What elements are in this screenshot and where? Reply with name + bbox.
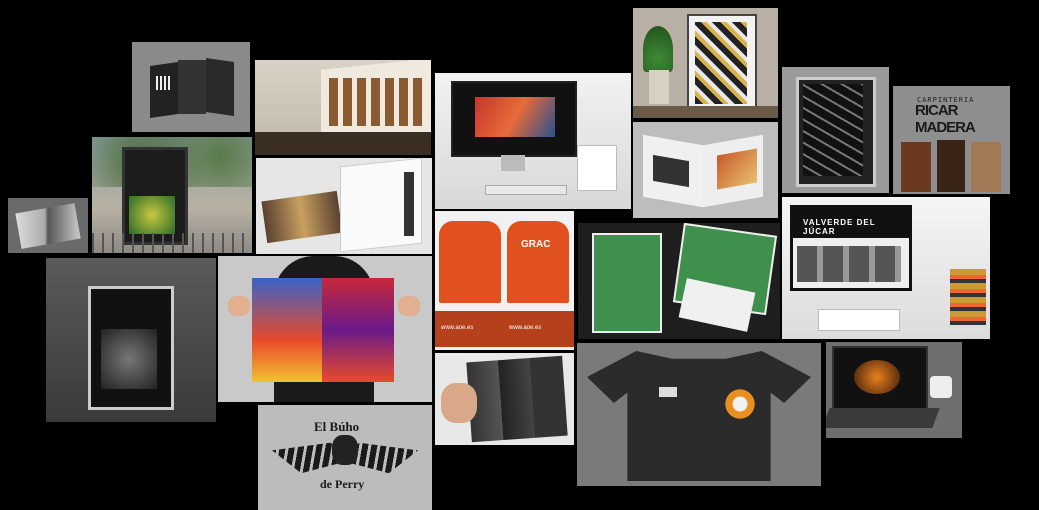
books-stack <box>950 269 986 325</box>
brochure-panel <box>206 58 234 116</box>
gallery-frames <box>329 78 427 126</box>
open-magazine-tile[interactable] <box>256 158 432 254</box>
laptop-artwork <box>854 360 900 394</box>
billboard-art <box>129 196 175 234</box>
shirt-crest-text: GRAC <box>521 239 551 250</box>
monitor-screen <box>451 81 577 157</box>
framed-poster <box>687 14 757 114</box>
map-frame <box>796 77 876 187</box>
small-magazine <box>15 203 81 249</box>
framed-map-tile[interactable] <box>782 67 889 193</box>
magazine-cover <box>261 190 343 244</box>
door-icon <box>937 140 965 192</box>
dark-tshirt <box>587 351 811 481</box>
gallery-floor <box>255 132 431 155</box>
laptop-tile[interactable] <box>826 342 962 438</box>
open-book-tile[interactable] <box>633 122 778 218</box>
dark-tshirt-tile[interactable] <box>577 343 821 486</box>
trifold-hand-tile[interactable] <box>435 353 574 445</box>
poster-left <box>252 278 324 382</box>
plant-icon <box>643 26 673 72</box>
street-billboard-tile[interactable] <box>92 137 252 253</box>
coffee-cup-icon <box>930 376 952 398</box>
green-posters-tile[interactable] <box>578 223 780 339</box>
laptop-keyboard <box>826 408 940 428</box>
poster-plant-tile[interactable] <box>633 8 778 118</box>
gallery-room-tile[interactable] <box>255 60 431 155</box>
brochure-qr <box>156 76 170 90</box>
laptop-screen <box>832 346 928 410</box>
buho-line2: de Perry <box>320 477 365 491</box>
door-icon <box>971 142 1001 192</box>
chalk-poster-frame <box>88 286 174 410</box>
buho-line1: El Búho <box>314 419 360 434</box>
door-icon <box>901 142 931 192</box>
valverde-screen: VALVERDE DEL JÚCAR <box>790 205 912 291</box>
chalk-poster-tile[interactable] <box>46 258 216 422</box>
hand-icon <box>398 296 420 316</box>
keyboard <box>485 185 567 195</box>
orange-shirt-back <box>507 221 569 303</box>
plant-pot <box>649 70 669 104</box>
brochure-panel <box>178 60 206 114</box>
monitor-stand <box>501 155 525 171</box>
keyboard <box>818 309 900 331</box>
book-artwork <box>717 148 757 190</box>
orange-shirt-front <box>439 221 501 303</box>
shirt-back-url: www.aoe.es <box>509 325 542 331</box>
railing <box>92 233 252 253</box>
map-blocks <box>803 84 863 176</box>
ricar-line2: RICAR MADERA <box>915 102 976 136</box>
hand-icon <box>228 296 250 316</box>
desktop-mockup-tile[interactable] <box>435 73 631 209</box>
shelf <box>633 106 778 118</box>
owl-head-icon <box>332 435 358 465</box>
brochure-panel <box>150 62 178 118</box>
small-magazine-tile[interactable] <box>8 198 88 253</box>
tshirt-badge-icon <box>723 387 757 421</box>
billboard-panel <box>122 147 188 245</box>
orange-shirts-tile[interactable]: GRAC www.aoe.es www.aoe.es <box>435 211 574 350</box>
monitor-artwork <box>475 97 555 137</box>
ricar-madera-tile[interactable]: CARPINTERIA RICAR MADERA <box>893 86 1010 194</box>
valverde-banner: VALVERDE DEL JÚCAR <box>803 218 876 236</box>
shirt-front-url: www.aoe.es <box>441 325 474 331</box>
trifold <box>466 355 568 443</box>
tshirt-chest-logo <box>659 387 677 397</box>
brochure-mockup-tile[interactable] <box>132 42 250 132</box>
poster-graffiti <box>695 22 747 104</box>
magazine-figure <box>404 172 414 236</box>
poster-right <box>322 278 394 382</box>
valverde-photos <box>797 246 901 282</box>
green-poster <box>592 233 662 333</box>
chalk-drawing <box>101 329 157 389</box>
valverde-desktop-tile[interactable]: VALVERDE DEL JÚCAR <box>782 197 990 339</box>
buho-logo-tile[interactable]: El Búho de Perry <box>258 405 432 510</box>
brochure-stand <box>577 145 617 191</box>
poster-hands-tile[interactable] <box>218 256 432 402</box>
hand-icon <box>441 383 477 423</box>
